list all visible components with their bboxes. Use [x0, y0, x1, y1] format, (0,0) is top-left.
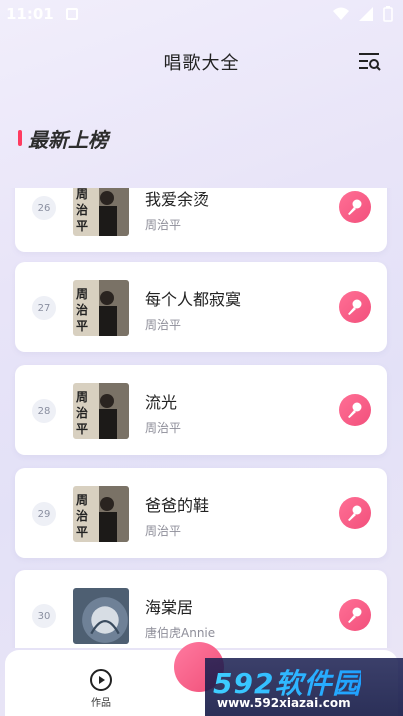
rank-badge: 28 — [32, 399, 56, 423]
search-list-icon[interactable] — [357, 50, 383, 74]
song-card[interactable]: 30 海棠居 唐伯虎Annie — [15, 570, 387, 648]
sing-button[interactable] — [339, 191, 371, 223]
sing-button[interactable] — [339, 394, 371, 426]
microphone-icon — [348, 505, 362, 521]
svg-text:治: 治 — [76, 302, 88, 317]
song-artist: 周治平 — [145, 421, 182, 435]
song-title: 流光 — [145, 393, 178, 412]
svg-text:治: 治 — [76, 508, 88, 523]
svg-text:平: 平 — [76, 319, 88, 333]
song-artist: 周治平 — [145, 218, 182, 232]
wifi-icon — [333, 7, 349, 20]
microphone-icon — [348, 402, 362, 418]
song-card[interactable]: 27 周治平 每个人都寂寞 周治平 — [15, 262, 387, 352]
svg-text:治: 治 — [76, 405, 88, 420]
svg-text:周: 周 — [76, 493, 88, 507]
status-bar: 11:01 — [0, 0, 403, 28]
sing-button[interactable] — [339, 599, 371, 631]
notification-icon — [65, 8, 78, 20]
tab-works[interactable]: 作品 — [89, 668, 113, 709]
sing-button[interactable] — [339, 497, 371, 529]
album-cover: 周治平 — [73, 280, 129, 336]
svg-text:平: 平 — [76, 422, 88, 436]
microphone-icon — [348, 299, 362, 315]
sing-button[interactable] — [339, 291, 371, 323]
song-title: 海棠居 — [145, 598, 194, 617]
watermark: 592软件园 www.592xiazai.com — [205, 658, 403, 716]
status-time: 11:01 — [6, 5, 54, 23]
album-cover — [73, 588, 129, 644]
song-artist: 周治平 — [145, 318, 182, 332]
song-card[interactable]: 29 周治平 爸爸的鞋 周治平 — [15, 468, 387, 558]
song-title: 爸爸的鞋 — [145, 496, 210, 515]
section-title-text: 最新上榜 — [28, 127, 108, 152]
watermark-url: www.592xiazai.com — [217, 696, 351, 710]
section-accent-bar — [18, 130, 22, 146]
svg-text:平: 平 — [76, 525, 88, 539]
signal-icon — [359, 7, 373, 21]
microphone-icon — [348, 607, 362, 623]
album-cover: 周治平 — [73, 188, 129, 236]
battery-icon — [383, 6, 393, 22]
page-title: 唱歌大全 — [163, 53, 240, 74]
song-title: 我爱余烫 — [145, 190, 210, 209]
play-circle-icon — [90, 669, 112, 691]
svg-text:治: 治 — [76, 202, 88, 217]
song-artist: 唐伯虎Annie — [145, 626, 216, 640]
rank-badge: 26 — [32, 196, 56, 220]
svg-text:周: 周 — [76, 188, 88, 201]
rank-badge: 30 — [32, 604, 56, 628]
app-header: 唱歌大全 — [0, 40, 403, 84]
rank-badge: 27 — [32, 296, 56, 320]
rank-badge: 29 — [32, 502, 56, 526]
album-cover: 周治平 — [73, 383, 129, 439]
svg-text:周: 周 — [76, 287, 88, 301]
album-cover: 周治平 — [73, 486, 129, 542]
section-title: 最新上榜 — [18, 120, 108, 156]
song-card[interactable]: 28 周治平 流光 周治平 — [15, 365, 387, 455]
song-list[interactable]: 26 周治平 我爱余烫 周治平 27 周治平 每个人都寂寞 周治平 28 周治平… — [0, 188, 403, 648]
tab-works-label: 作品 — [91, 698, 111, 709]
song-title: 每个人都寂寞 — [145, 290, 242, 309]
svg-text:周: 周 — [76, 390, 88, 404]
microphone-icon — [348, 199, 362, 215]
svg-text:平: 平 — [76, 219, 88, 233]
song-card[interactable]: 26 周治平 我爱余烫 周治平 — [15, 188, 387, 252]
song-artist: 周治平 — [145, 524, 182, 538]
